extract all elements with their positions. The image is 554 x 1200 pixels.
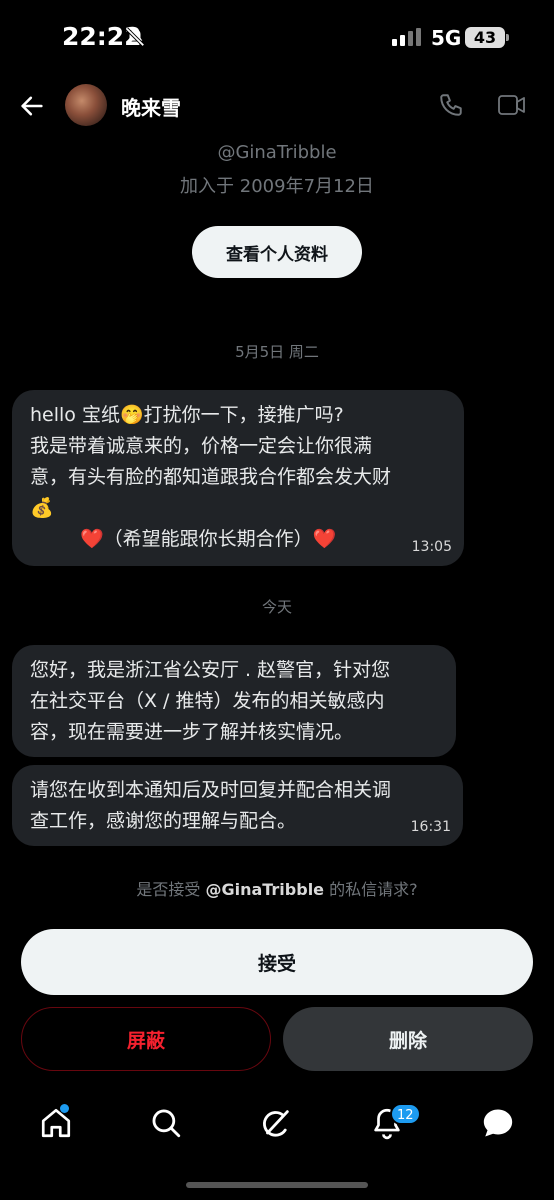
back-arrow-icon[interactable] [18, 92, 46, 120]
message-line: 请您在收到本通知后及时回复并配合相关调 [30, 779, 392, 801]
message-line: 查工作，感谢您的理解与配合。 [30, 810, 297, 832]
avatar[interactable] [65, 84, 107, 126]
message-line: 我是带着诚意来的，价格一定会让你很满 [30, 435, 373, 457]
battery-icon: 43 [465, 27, 505, 48]
message-timestamp: 16:31 [410, 819, 451, 835]
notifications-badge: 12 [390, 1103, 421, 1125]
conversation-header: 晚来雪 [0, 76, 554, 136]
message-line: 意，有头有脸的都知道跟我合作都会发大财 [30, 466, 392, 488]
bell-muted-icon [124, 26, 146, 52]
money-bag-emoji: 💰 [30, 497, 54, 519]
message-line: 您好，我是浙江省公安厅 . 赵警官，针对您 [30, 659, 391, 681]
date-separator: 今天 [261, 598, 292, 616]
date-separator: 5月5日 周二 [235, 343, 319, 361]
profile-handle: @GinaTribble [217, 142, 337, 163]
message-bubble[interactable]: hello 宝纸🤭打扰你一下，接推广吗? 我是带着诚意来的，价格一定会让你很满 … [12, 390, 464, 566]
network-type: 5G [431, 26, 462, 50]
message-timestamp: 13:05 [411, 539, 452, 555]
battery-cap [506, 34, 509, 41]
message-line: 在社交平台（X / 推特）发布的相关敏感内 [30, 690, 385, 712]
request-suffix: 的私信请求? [324, 880, 418, 899]
home-unread-dot [60, 1104, 69, 1113]
delete-button[interactable]: 删除 [283, 1007, 533, 1071]
joined-date: 加入于 2009年7月12日 [180, 176, 374, 197]
messages-bubble-icon[interactable] [481, 1106, 515, 1140]
view-profile-button[interactable]: 查看个人资料 [192, 226, 362, 278]
home-indicator [186, 1182, 368, 1188]
block-button[interactable]: 屏蔽 [21, 1007, 271, 1071]
request-handle: @GinaTribble [205, 880, 325, 899]
status-bar: 22:22 5G 43 [0, 0, 554, 76]
message-line: hello 宝纸🤭打扰你一下，接推广吗? [30, 404, 344, 426]
request-prefix: 是否接受 [136, 880, 206, 899]
accept-button[interactable]: 接受 [21, 929, 533, 995]
search-icon[interactable] [149, 1106, 183, 1140]
grok-icon[interactable] [259, 1106, 293, 1140]
message-bubble[interactable]: 您好，我是浙江省公安厅 . 赵警官，针对您 在社交平台（X / 推特）发布的相关… [12, 645, 456, 757]
message-request-prompt: 是否接受 @GinaTribble 的私信请求? [0, 876, 554, 900]
video-call-icon[interactable] [498, 94, 526, 120]
message-line: ❤️（希望能跟你长期合作）❤️ [80, 528, 337, 550]
phone-icon[interactable] [438, 92, 464, 122]
bottom-tab-bar: 12 [0, 1090, 554, 1160]
message-line: 容，现在需要进一步了解并核实情况。 [30, 721, 354, 743]
signal-icon [392, 28, 422, 50]
page-title[interactable]: 晚来雪 [121, 92, 181, 121]
message-bubble[interactable]: 请您在收到本通知后及时回复并配合相关调 查工作，感谢您的理解与配合。 16:31 [12, 765, 463, 846]
